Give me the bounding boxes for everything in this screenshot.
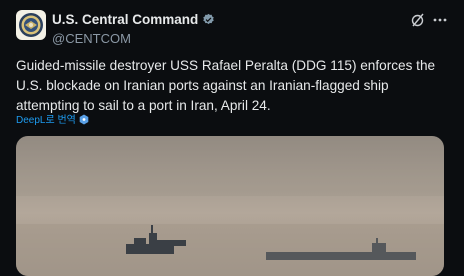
display-name[interactable]: U.S. Central Command [52,12,215,30]
tweet-text: Guided-missile destroyer USS Rafael Pera… [16,58,436,113]
more-options-icon[interactable] [432,12,448,28]
handle[interactable]: @CENTCOM [52,31,215,47]
tweet-photo[interactable] [16,136,444,276]
deepl-icon [79,114,89,128]
display-name-text[interactable]: U.S. Central Command [52,12,198,27]
grok-icon[interactable] [410,12,426,28]
avatar[interactable] [16,10,46,40]
verified-badge-icon [202,13,215,30]
translate-row: DeepL로 번역 [16,111,89,128]
translate-link[interactable]: DeepL로 번역 [16,115,76,126]
tweet-header: U.S. Central Command @CENTCOM [16,10,448,46]
